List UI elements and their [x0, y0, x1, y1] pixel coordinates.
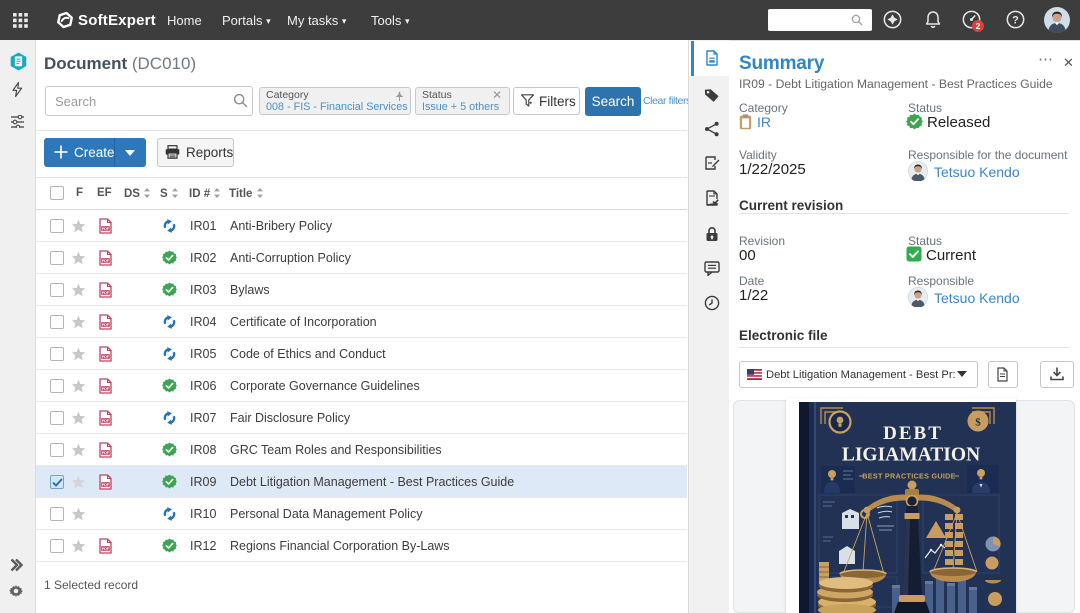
svg-text:PDF: PDF [102, 259, 110, 263]
svg-text:PDF: PDF [102, 451, 110, 455]
svg-text:PDF: PDF [102, 227, 110, 231]
svg-text:?: ? [1012, 14, 1019, 26]
svg-text:PDF: PDF [102, 547, 110, 551]
svg-text:$: $ [975, 417, 981, 429]
svg-text:PDF: PDF [102, 387, 110, 391]
svg-text:PDF: PDF [102, 355, 110, 359]
svg-text:PDF: PDF [102, 291, 110, 295]
svg-text:PDF: PDF [102, 483, 110, 487]
svg-text:PDF: PDF [102, 419, 110, 423]
svg-text:DEBT: DEBT [883, 423, 943, 444]
svg-text:BEST PRACTICES GUIDE: BEST PRACTICES GUIDE [862, 472, 955, 481]
svg-text:LIGIAMATION: LIGIAMATION [842, 445, 980, 466]
svg-text:PDF: PDF [102, 323, 110, 327]
